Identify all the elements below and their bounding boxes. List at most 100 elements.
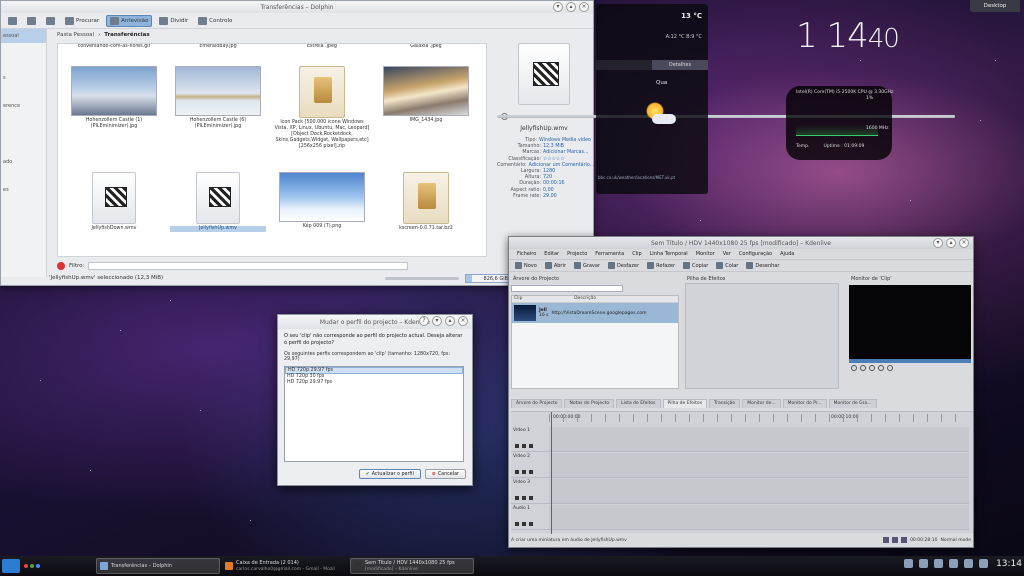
dialog-titlebar[interactable]: Mudar o perfil do projecto – Kdenlive ? … — [278, 315, 472, 329]
icons-view-button[interactable] — [5, 16, 20, 26]
column-clip[interactable]: Clip — [512, 296, 572, 302]
control-button[interactable]: Controlo — [195, 16, 235, 26]
columns-view-button[interactable] — [43, 16, 58, 26]
weather-source-link[interactable]: bbc.co.uk/weather/locations/MET.uk.pt — [598, 175, 675, 180]
places-item[interactable] — [1, 43, 46, 57]
toolbar-button[interactable]: Desfazer — [608, 262, 639, 269]
file-item[interactable]: EmeraldBay.jpg — [170, 44, 266, 50]
task-firefox[interactable]: Caixa de Entrada (2 014) carlos.carvalho0… — [222, 558, 346, 574]
help-icon[interactable]: ? — [419, 316, 429, 326]
track-lane[interactable] — [549, 505, 969, 529]
menu-item[interactable]: Editar — [544, 251, 559, 257]
hide-icon[interactable] — [529, 444, 533, 448]
menu-item[interactable]: Projecto — [567, 251, 587, 257]
play-icon[interactable] — [869, 365, 875, 371]
dock-tab[interactable]: Monitor do Pr... — [782, 399, 827, 408]
monitor-ruler[interactable] — [849, 359, 971, 363]
file-item[interactable]: kscreen-0.0.71.tar.bz2 — [378, 172, 474, 232]
zoom-in-icon[interactable] — [901, 537, 908, 543]
file-item[interactable]: Estrela .jpeg — [274, 44, 370, 50]
maximize-icon[interactable]: ▴ — [566, 2, 576, 12]
file-item[interactable]: conversando-com-as-flores.gif — [66, 44, 162, 50]
menu-item[interactable]: Linha Temporal — [650, 251, 688, 257]
toolbar-button[interactable]: Gravar — [573, 262, 600, 269]
hide-icon[interactable] — [529, 470, 533, 474]
toolbar-button[interactable]: Colar — [716, 262, 738, 269]
maximize-icon[interactable]: ▴ — [445, 316, 455, 326]
dock-tab[interactable]: Árvore do Projecto — [511, 399, 563, 408]
track-lane[interactable] — [549, 453, 969, 477]
cancel-button[interactable]: ⊘ Cancelar — [424, 469, 466, 479]
green-dot-icon[interactable] — [30, 564, 34, 568]
network-icon[interactable] — [919, 559, 928, 568]
file-item[interactable]: JellyfishDown.wmv — [66, 172, 162, 232]
mute-icon[interactable] — [522, 444, 526, 448]
menu-item[interactable]: Ver — [723, 251, 731, 257]
mute-icon[interactable] — [522, 470, 526, 474]
red-dot-icon[interactable] — [24, 564, 28, 568]
close-icon[interactable]: × — [579, 2, 589, 12]
toolbar-button[interactable]: Desenhar — [746, 262, 779, 269]
menu-item[interactable]: Ferramenta — [595, 251, 624, 257]
file-item[interactable]: Hohenzollern Castle (6) (PILEminimizer).… — [170, 66, 266, 130]
expand-tray-icon[interactable] — [979, 559, 988, 568]
mode-select[interactable]: Normal mode — [941, 538, 971, 543]
toolbar-button[interactable]: Copiar — [683, 262, 708, 269]
profile-option[interactable]: HD 720p 29.97 fps — [285, 380, 463, 387]
dolphin-titlebar[interactable]: Transferências – Dolphin ▾ ▴ × — [1, 1, 593, 13]
playhead[interactable] — [551, 412, 552, 534]
kde-menu-icon[interactable] — [2, 559, 20, 573]
file-item[interactable]: IMG_1434.jpg — [378, 66, 474, 124]
forward-icon[interactable] — [887, 365, 893, 371]
toolbar-button[interactable]: Refazer — [647, 262, 675, 269]
preview-button[interactable]: Antevisão — [106, 14, 153, 27]
task-kdenlive[interactable]: Sem Título / HDV 1440x1080 25 fps [modifi… — [350, 558, 474, 574]
menu-item[interactable]: Ajuda — [780, 251, 794, 257]
places-item[interactable]: erence — [1, 99, 46, 113]
places-item[interactable] — [1, 85, 46, 99]
update-profile-button[interactable]: ✔ Actualizar o perfil — [358, 469, 421, 479]
file-item[interactable]: Icon Pack [500.000 icone Windows Vista, … — [274, 66, 370, 150]
bluetooth-icon[interactable] — [964, 559, 973, 568]
file-item[interactable]: JellyfishUp.wmv — [170, 172, 266, 232]
toolbar-button[interactable]: Abrir — [544, 262, 566, 269]
menu-item[interactable]: Monitor — [696, 251, 715, 257]
details-view-button[interactable] — [24, 16, 39, 26]
minimize-icon[interactable]: ▾ — [553, 2, 563, 12]
taskbar-clock[interactable]: 13:14 — [996, 559, 1022, 569]
maximize-icon[interactable]: ▴ — [946, 238, 956, 248]
mute-icon[interactable] — [522, 496, 526, 500]
lock-icon[interactable] — [515, 470, 519, 474]
timeline-ruler[interactable] — [549, 414, 969, 422]
dock-tab[interactable]: Transição — [709, 399, 741, 408]
timeline-tool-icon[interactable] — [883, 537, 890, 543]
track-lane[interactable] — [549, 427, 969, 451]
close-filter-icon[interactable] — [57, 262, 65, 270]
minimize-icon[interactable]: ▾ — [432, 316, 442, 326]
toolbar-button[interactable]: Novo — [515, 262, 537, 269]
places-item[interactable]: es — [1, 183, 46, 197]
places-item[interactable]: ado — [1, 155, 46, 169]
tools-icon[interactable] — [934, 559, 943, 568]
desktop-button[interactable]: Desktop — [970, 0, 1020, 12]
lock-icon[interactable] — [515, 444, 519, 448]
dock-tab[interactable]: Pilha de Efeitos — [662, 399, 708, 408]
split-button[interactable]: Dividir — [156, 16, 191, 26]
menu-item[interactable]: Configuração — [739, 251, 772, 257]
menu-item[interactable]: Clip — [632, 251, 641, 257]
weather-tab-details[interactable]: Detalhes — [652, 60, 708, 70]
dock-tab[interactable]: Notas do Projecto — [564, 399, 615, 408]
mute-icon[interactable] — [522, 522, 526, 526]
file-item[interactable]: Galaxia .jpeg — [378, 44, 474, 50]
lock-icon[interactable] — [515, 496, 519, 500]
zoom-slider[interactable] — [385, 276, 459, 280]
volume-icon[interactable] — [949, 559, 958, 568]
file-item[interactable]: Kép 009 (7).png — [274, 172, 370, 230]
display-icon[interactable] — [904, 559, 913, 568]
places-item[interactable]: s — [1, 71, 46, 85]
places-item[interactable] — [1, 169, 46, 183]
places-item[interactable]: essoal — [1, 29, 46, 43]
places-item[interactable] — [1, 113, 46, 127]
hide-icon[interactable] — [529, 522, 533, 526]
minimize-icon[interactable]: ▾ — [933, 238, 943, 248]
